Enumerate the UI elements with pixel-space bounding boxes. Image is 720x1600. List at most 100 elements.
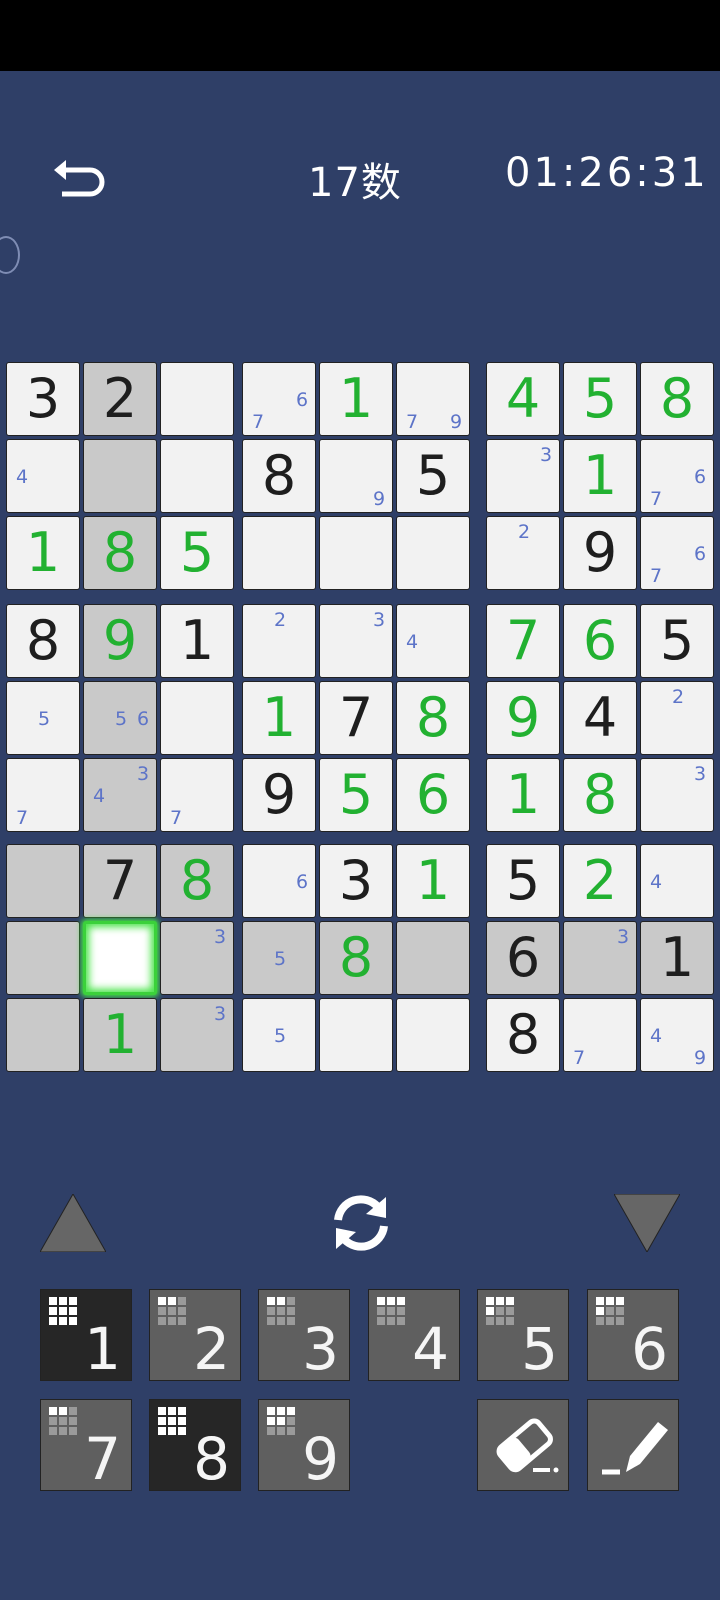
sudoku-cell[interactable]: 3 bbox=[160, 998, 234, 1072]
number-key[interactable]: 7 bbox=[40, 1399, 132, 1491]
sudoku-cell[interactable] bbox=[319, 516, 393, 590]
sudoku-cell[interactable]: 4 bbox=[396, 604, 470, 678]
sudoku-cell[interactable] bbox=[160, 362, 234, 436]
cell-value: 1 bbox=[659, 926, 695, 989]
refresh-icon[interactable] bbox=[326, 1192, 396, 1254]
sudoku-cell[interactable] bbox=[83, 921, 157, 995]
sudoku-cell[interactable]: 6 bbox=[563, 604, 637, 678]
sudoku-cell[interactable]: 3 bbox=[6, 362, 80, 436]
sudoku-cell[interactable]: 4 bbox=[6, 439, 80, 513]
sudoku-cell[interactable] bbox=[160, 681, 234, 755]
sudoku-cell[interactable]: 3 bbox=[160, 921, 234, 995]
sudoku-cell[interactable]: 3 bbox=[319, 844, 393, 918]
sudoku-cell[interactable] bbox=[319, 998, 393, 1072]
sudoku-cell[interactable]: 7 bbox=[319, 681, 393, 755]
sudoku-cell[interactable]: 8 bbox=[83, 516, 157, 590]
sudoku-cell[interactable]: 1 bbox=[640, 921, 714, 995]
number-key[interactable]: 1 bbox=[40, 1289, 132, 1381]
sudoku-cell[interactable]: 8 bbox=[486, 998, 560, 1072]
sudoku-cell[interactable]: 6 bbox=[242, 844, 316, 918]
sudoku-cell[interactable]: 5 bbox=[319, 758, 393, 832]
sudoku-cell[interactable]: 5 bbox=[160, 516, 234, 590]
sudoku-cell[interactable]: 3 bbox=[640, 758, 714, 832]
sudoku-cell[interactable]: 2 bbox=[486, 516, 560, 590]
sudoku-cell[interactable]: 79 bbox=[396, 362, 470, 436]
sudoku-cell[interactable] bbox=[242, 516, 316, 590]
sudoku-cell[interactable]: 49 bbox=[640, 998, 714, 1072]
sudoku-cell[interactable]: 5 bbox=[486, 844, 560, 918]
sudoku-cell[interactable]: 8 bbox=[396, 681, 470, 755]
sudoku-cell[interactable]: 9 bbox=[242, 758, 316, 832]
pencil-note: 7 bbox=[169, 807, 183, 829]
sudoku-cell[interactable]: 5 bbox=[6, 681, 80, 755]
sudoku-cell[interactable]: 5 bbox=[640, 604, 714, 678]
undo-button[interactable] bbox=[50, 150, 110, 210]
sudoku-cell[interactable]: 56 bbox=[83, 681, 157, 755]
number-key[interactable]: 3 bbox=[258, 1289, 350, 1381]
sudoku-cell[interactable]: 8 bbox=[6, 604, 80, 678]
sudoku-cell[interactable] bbox=[83, 439, 157, 513]
sudoku-cell[interactable]: 8 bbox=[242, 439, 316, 513]
number-key[interactable]: 8 bbox=[149, 1399, 241, 1491]
sudoku-cell[interactable]: 2 bbox=[563, 844, 637, 918]
sudoku-cell[interactable]: 4 bbox=[640, 844, 714, 918]
number-key[interactable]: 2 bbox=[149, 1289, 241, 1381]
sudoku-cell[interactable]: 6 bbox=[396, 758, 470, 832]
sudoku-cell[interactable]: 2 bbox=[242, 604, 316, 678]
sudoku-cell[interactable]: 1 bbox=[563, 439, 637, 513]
number-key[interactable]: 5 bbox=[477, 1289, 569, 1381]
sudoku-cell[interactable] bbox=[396, 921, 470, 995]
sudoku-cell[interactable]: 5 bbox=[396, 439, 470, 513]
sudoku-cell[interactable]: 1 bbox=[396, 844, 470, 918]
sudoku-cell[interactable]: 4 bbox=[486, 362, 560, 436]
sudoku-cell[interactable]: 1 bbox=[160, 604, 234, 678]
eraser-button[interactable] bbox=[477, 1399, 569, 1491]
side-badge[interactable] bbox=[0, 236, 20, 274]
sudoku-cell[interactable]: 9 bbox=[486, 681, 560, 755]
pencil-button[interactable] bbox=[587, 1399, 679, 1491]
triangle-down-icon[interactable] bbox=[614, 1194, 680, 1252]
sudoku-cell[interactable] bbox=[396, 516, 470, 590]
number-key[interactable]: 9 bbox=[258, 1399, 350, 1491]
sudoku-cell[interactable]: 1 bbox=[319, 362, 393, 436]
number-key[interactable]: 4 bbox=[368, 1289, 460, 1381]
sudoku-cell[interactable]: 7 bbox=[83, 844, 157, 918]
sudoku-cell[interactable]: 8 bbox=[160, 844, 234, 918]
sudoku-cell[interactable]: 6 bbox=[486, 921, 560, 995]
sudoku-cell[interactable]: 4 bbox=[563, 681, 637, 755]
sudoku-cell[interactable]: 9 bbox=[83, 604, 157, 678]
sudoku-cell[interactable]: 9 bbox=[563, 516, 637, 590]
sudoku-cell[interactable]: 76 bbox=[640, 439, 714, 513]
sudoku-cell[interactable]: 7 bbox=[486, 604, 560, 678]
sudoku-cell[interactable]: 8 bbox=[563, 758, 637, 832]
sudoku-cell[interactable]: 7 bbox=[6, 758, 80, 832]
sudoku-cell[interactable]: 8 bbox=[640, 362, 714, 436]
sudoku-cell[interactable] bbox=[6, 921, 80, 995]
sudoku-cell[interactable]: 3 bbox=[486, 439, 560, 513]
sudoku-cell[interactable]: 9 bbox=[319, 439, 393, 513]
sudoku-cell[interactable]: 1 bbox=[486, 758, 560, 832]
sudoku-cell[interactable]: 43 bbox=[83, 758, 157, 832]
sudoku-cell[interactable]: 76 bbox=[242, 362, 316, 436]
sudoku-cell[interactable]: 1 bbox=[83, 998, 157, 1072]
pencil-note: 7 bbox=[572, 1047, 586, 1069]
sudoku-cell[interactable]: 2 bbox=[640, 681, 714, 755]
sudoku-cell[interactable]: 8 bbox=[319, 921, 393, 995]
sudoku-cell[interactable] bbox=[6, 844, 80, 918]
sudoku-cell[interactable] bbox=[396, 998, 470, 1072]
sudoku-cell[interactable] bbox=[6, 998, 80, 1072]
sudoku-cell[interactable]: 3 bbox=[319, 604, 393, 678]
sudoku-cell[interactable]: 7 bbox=[160, 758, 234, 832]
sudoku-cell[interactable]: 5 bbox=[242, 921, 316, 995]
sudoku-cell[interactable]: 7 bbox=[563, 998, 637, 1072]
sudoku-cell[interactable]: 1 bbox=[242, 681, 316, 755]
sudoku-cell[interactable]: 5 bbox=[242, 998, 316, 1072]
triangle-up-icon[interactable] bbox=[40, 1194, 106, 1252]
sudoku-cell[interactable] bbox=[160, 439, 234, 513]
sudoku-cell[interactable]: 2 bbox=[83, 362, 157, 436]
sudoku-cell[interactable]: 76 bbox=[640, 516, 714, 590]
sudoku-cell[interactable]: 1 bbox=[6, 516, 80, 590]
sudoku-cell[interactable]: 3 bbox=[563, 921, 637, 995]
sudoku-cell[interactable]: 5 bbox=[563, 362, 637, 436]
number-key[interactable]: 6 bbox=[587, 1289, 679, 1381]
